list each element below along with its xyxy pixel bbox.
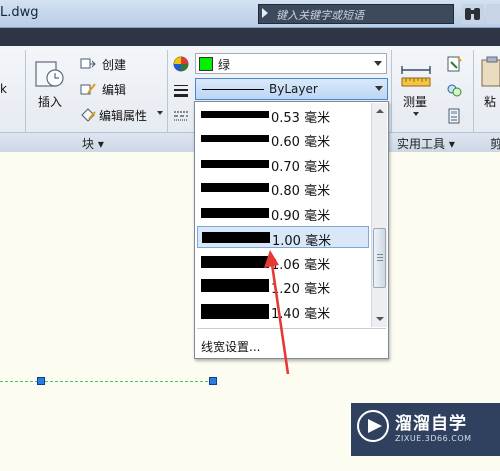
color-swatch: [199, 57, 213, 71]
measure-icon[interactable]: [400, 60, 432, 90]
selected-line[interactable]: [0, 381, 213, 382]
create-button[interactable]: 创建: [102, 56, 126, 73]
color-combo[interactable]: 绿: [195, 53, 387, 74]
watermark-logo: [357, 410, 389, 442]
lineweight-sample: [201, 279, 269, 292]
lineweight-sample: [201, 183, 269, 192]
measure-button[interactable]: 测量: [403, 93, 427, 110]
lineweight-sample: [201, 208, 269, 218]
paste-icon[interactable]: [480, 56, 500, 90]
chevron-down-icon[interactable]: [375, 86, 383, 91]
watermark-subtitle: ZIXUE.3D66.COM: [395, 434, 472, 443]
measure-dropdown-icon[interactable]: [413, 112, 419, 116]
partial-left-label: k: [0, 82, 7, 96]
quick-select-icon[interactable]: [446, 56, 462, 72]
scroll-down-icon[interactable]: [376, 317, 384, 321]
lineweight-option-selected[interactable]: 1.00 毫米: [197, 226, 369, 249]
utilities-panel-title[interactable]: 实用工具 ▾: [397, 135, 455, 152]
thumb-grip: [377, 257, 383, 258]
paste-button[interactable]: 粘: [484, 93, 496, 110]
edit-attributes-button[interactable]: 编辑属性: [99, 107, 147, 124]
lineweight-settings-link[interactable]: 线宽设置...: [201, 338, 260, 355]
lineweight-option-label: 0.60 毫米: [271, 135, 331, 150]
create-block-icon[interactable]: [80, 56, 96, 72]
lineweight-value: ByLayer: [269, 82, 318, 96]
lineweight-option[interactable]: 0.90 毫米: [197, 202, 369, 224]
ribbon-tab-strip: [0, 28, 500, 46]
lineweight-combo[interactable]: ByLayer: [195, 78, 388, 100]
block-panel-title[interactable]: 块 ▾: [82, 135, 104, 152]
annotation-arrow: [264, 250, 290, 375]
lineweight-sample: [201, 135, 269, 142]
lineweight-sample: [201, 256, 269, 268]
lineweight-icon[interactable]: [173, 82, 189, 98]
linetype-icon[interactable]: [173, 108, 189, 124]
search-expand-icon[interactable]: [262, 8, 268, 18]
lineweight-option[interactable]: 0.53 毫米: [197, 104, 369, 126]
lineweight-sample: [201, 111, 269, 118]
edit-button[interactable]: 编辑: [102, 81, 126, 98]
grip-handle[interactable]: [209, 377, 217, 385]
color-wheel-icon[interactable]: [173, 56, 189, 72]
search-input[interactable]: 键入关键字或短语: [276, 7, 364, 23]
watermark: 溜溜自学 ZIXUE.3D66.COM: [351, 403, 500, 456]
select-similar-icon[interactable]: [446, 82, 462, 98]
color-value: 绿: [218, 58, 231, 72]
scroll-up-icon[interactable]: [376, 109, 384, 113]
edit-block-icon[interactable]: [80, 81, 96, 97]
title-bar: L.dwg 键入关键字或短语: [0, 0, 500, 28]
insert-block-icon[interactable]: [33, 56, 67, 90]
lineweight-sample: [202, 232, 270, 243]
watermark-title: 溜溜自学: [395, 414, 467, 434]
lineweight-option-label: 0.53 毫米: [271, 111, 331, 126]
chevron-down-icon[interactable]: [374, 61, 382, 66]
title-bar-button[interactable]: [486, 4, 500, 24]
lineweight-option[interactable]: 0.70 毫米: [197, 153, 369, 175]
lineweight-sample: [201, 304, 269, 319]
calculator-icon[interactable]: [446, 108, 462, 124]
grip-handle[interactable]: [37, 377, 45, 385]
dropdown-scrollbar[interactable]: [371, 103, 387, 327]
thumb-grip: [377, 260, 383, 261]
thumb-grip: [377, 254, 383, 255]
lineweight-option[interactable]: 0.80 毫米: [197, 177, 369, 199]
lineweight-option-label: 0.90 毫米: [271, 209, 331, 224]
lineweight-option[interactable]: 0.60 毫米: [197, 128, 369, 150]
lineweight-option-label: 0.70 毫米: [271, 160, 331, 175]
lineweight-sample: [201, 160, 269, 168]
lineweight-option-label: 1.00 毫米: [272, 234, 332, 249]
clipboard-panel-title[interactable]: 剪: [490, 135, 500, 152]
edit-attributes-icon[interactable]: [80, 107, 96, 123]
insert-button[interactable]: 插入: [38, 93, 62, 110]
lineweight-option-label: 0.80 毫米: [271, 184, 331, 199]
lineweight-preview: [202, 89, 264, 90]
binoculars-icon[interactable]: [462, 4, 484, 24]
edit-attributes-dropdown-icon[interactable]: [157, 111, 163, 115]
window-title: L.dwg: [0, 5, 39, 20]
scrollbar-thumb[interactable]: [373, 228, 386, 288]
